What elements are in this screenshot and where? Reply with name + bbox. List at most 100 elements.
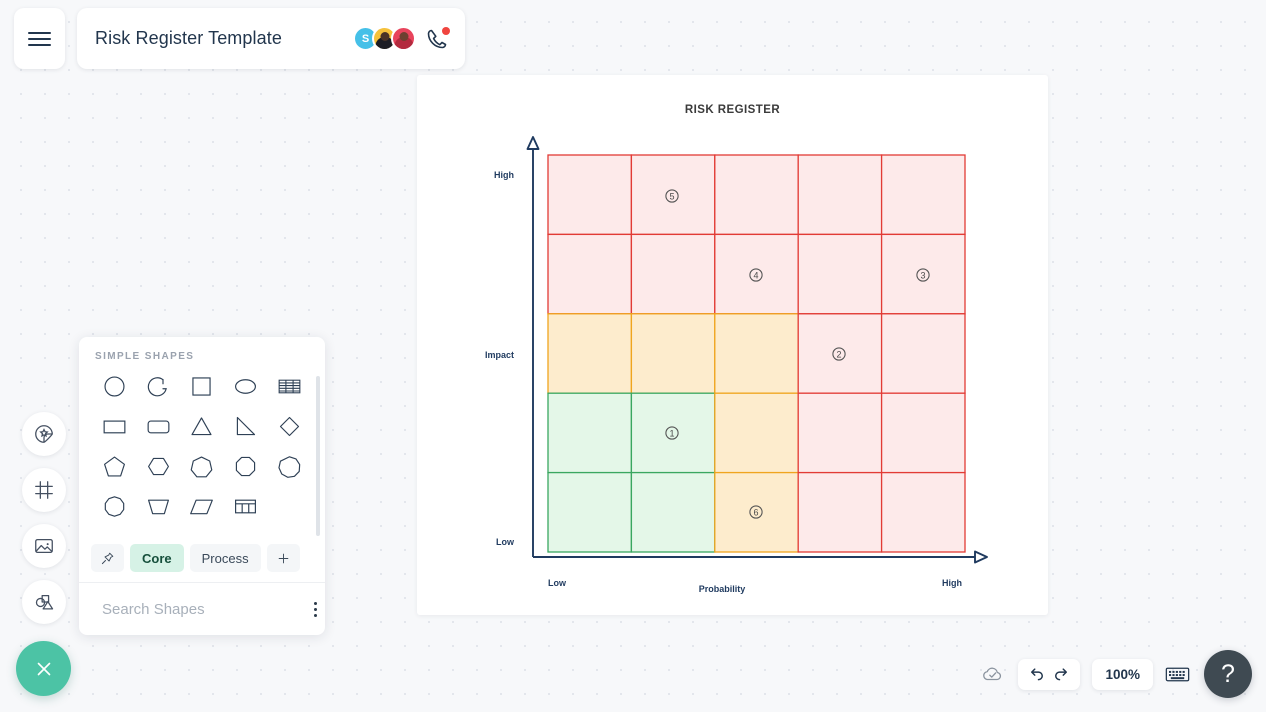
matrix-cell[interactable] [547, 392, 633, 474]
frame-icon-button[interactable] [22, 468, 66, 512]
arc-shape[interactable] [137, 370, 181, 402]
risk-marker-label: 5 [669, 191, 674, 201]
collaborator-avatars: S [353, 26, 416, 51]
plus-icon [278, 553, 288, 563]
matrix-cell[interactable] [547, 154, 633, 236]
pentagon-shape[interactable] [93, 450, 137, 482]
matrix-cell[interactable] [630, 471, 716, 553]
shape-grid-wrapper [79, 370, 325, 538]
matrix-cell[interactable] [797, 471, 883, 553]
matrix-cell[interactable] [714, 313, 799, 394]
risk-marker-label: 6 [753, 507, 758, 517]
avatar-initial: S [361, 32, 370, 45]
cloud-saved-icon-button[interactable] [980, 661, 1006, 687]
cloud-saved-icon [983, 667, 1002, 681]
risk-matrix-chart[interactable]: High Impact Low Low Probability High 5 4… [417, 75, 1048, 615]
pin-icon [101, 552, 114, 564]
keyboard-icon [1165, 667, 1190, 681]
matrix-cell[interactable] [547, 313, 633, 394]
right-triangle-shape[interactable] [224, 410, 268, 442]
hamburger-icon [28, 28, 51, 50]
sticker-icon-button[interactable] [22, 412, 66, 456]
shape-category-tabs: Core Process [79, 538, 325, 583]
matrix-cells [547, 154, 966, 553]
zoom-level-button[interactable]: 100% [1092, 658, 1153, 690]
hamburger-menu-button[interactable] [14, 8, 65, 69]
matrix-cell[interactable] [880, 313, 966, 394]
x-axis-tick-low: Low [548, 578, 567, 588]
shape-search-bar [79, 583, 325, 635]
rounded-rectangle-shape[interactable] [137, 410, 181, 442]
matrix-cell[interactable] [880, 392, 966, 474]
heptagon-shape[interactable] [180, 450, 224, 482]
risk-marker-label: 1 [669, 428, 674, 438]
avatar-photo-head [399, 32, 408, 41]
matrix-cell[interactable] [714, 392, 799, 474]
matrix-cell[interactable] [630, 233, 716, 315]
ellipse-shape[interactable] [224, 370, 268, 402]
triangle-shape[interactable] [180, 410, 224, 442]
shape-grid [79, 370, 325, 522]
page-title: Risk Register Template [95, 28, 282, 48]
bottom-toolbar: 100% ? [980, 650, 1252, 698]
add-category-button[interactable] [266, 544, 300, 572]
square-shape[interactable] [180, 370, 224, 402]
matrix-cell[interactable] [880, 154, 966, 236]
image-icon [35, 538, 53, 554]
more-vertical-icon[interactable] [310, 598, 321, 621]
matrix-cell[interactable] [547, 233, 633, 315]
table-shape[interactable] [224, 490, 268, 522]
nonagon-shape[interactable] [267, 450, 311, 482]
matrix-cell[interactable] [797, 392, 883, 474]
risk-marker-label: 3 [920, 270, 925, 280]
circle-shape[interactable] [93, 370, 137, 402]
shapes-icon [35, 594, 54, 610]
frame-icon [35, 481, 53, 499]
close-icon [37, 662, 50, 675]
undo-icon [1031, 668, 1044, 681]
matrix-cell[interactable] [880, 471, 966, 553]
left-tool-rail [22, 412, 66, 624]
shapes-icon-button[interactable] [22, 580, 66, 624]
phone-call-icon[interactable] [425, 26, 450, 51]
undo-button[interactable] [1027, 664, 1047, 684]
striped-table-shape[interactable] [267, 370, 311, 402]
tab-process[interactable]: Process [189, 544, 261, 572]
avatar[interactable] [391, 26, 416, 51]
redo-button[interactable] [1051, 664, 1071, 684]
help-button[interactable]: ? [1204, 650, 1252, 698]
shapes-panel: SIMPLE SHAPES Core Process Search Shapes [79, 337, 325, 635]
shapes-section-title: SIMPLE SHAPES [95, 351, 195, 362]
matrix-cell[interactable] [547, 471, 633, 553]
search-input[interactable] [102, 600, 301, 618]
hexagon-shape[interactable] [137, 450, 181, 482]
tab-core[interactable]: Core [130, 544, 184, 572]
rectangle-shape[interactable] [93, 410, 137, 442]
keyboard-shortcuts-button[interactable] [1165, 665, 1190, 684]
matrix-cell[interactable] [797, 154, 883, 236]
shapes-panel-scrollbar[interactable] [316, 376, 320, 536]
call-active-badge [442, 26, 450, 35]
x-axis-arrow [974, 550, 988, 564]
x-axis-tick-high: High [942, 578, 962, 588]
undo-redo-group [1018, 658, 1081, 690]
canvas-card: RISK REGISTER High Impact Low Low Probab… [417, 75, 1048, 615]
risk-marker-label: 4 [753, 270, 758, 280]
matrix-cell[interactable] [714, 154, 799, 236]
trapezoid-shape[interactable] [137, 490, 181, 522]
y-axis-arrow [526, 136, 540, 150]
image-icon-button[interactable] [22, 524, 66, 568]
parallelogram-shape[interactable] [180, 490, 224, 522]
decagon-shape[interactable] [93, 490, 137, 522]
diamond-shape[interactable] [267, 410, 311, 442]
matrix-cell[interactable] [630, 313, 716, 394]
matrix-cell[interactable] [797, 233, 883, 315]
redo-icon [1055, 668, 1068, 681]
octagon-shape[interactable] [224, 450, 268, 482]
y-axis-label: Impact [485, 350, 514, 360]
close-toolbar-button[interactable] [16, 641, 71, 696]
document-title-bar: Risk Register Template S [77, 8, 465, 69]
x-axis-label: Probability [699, 584, 746, 594]
risk-marker-label: 2 [836, 349, 841, 359]
pin-tab-button[interactable] [91, 544, 124, 572]
